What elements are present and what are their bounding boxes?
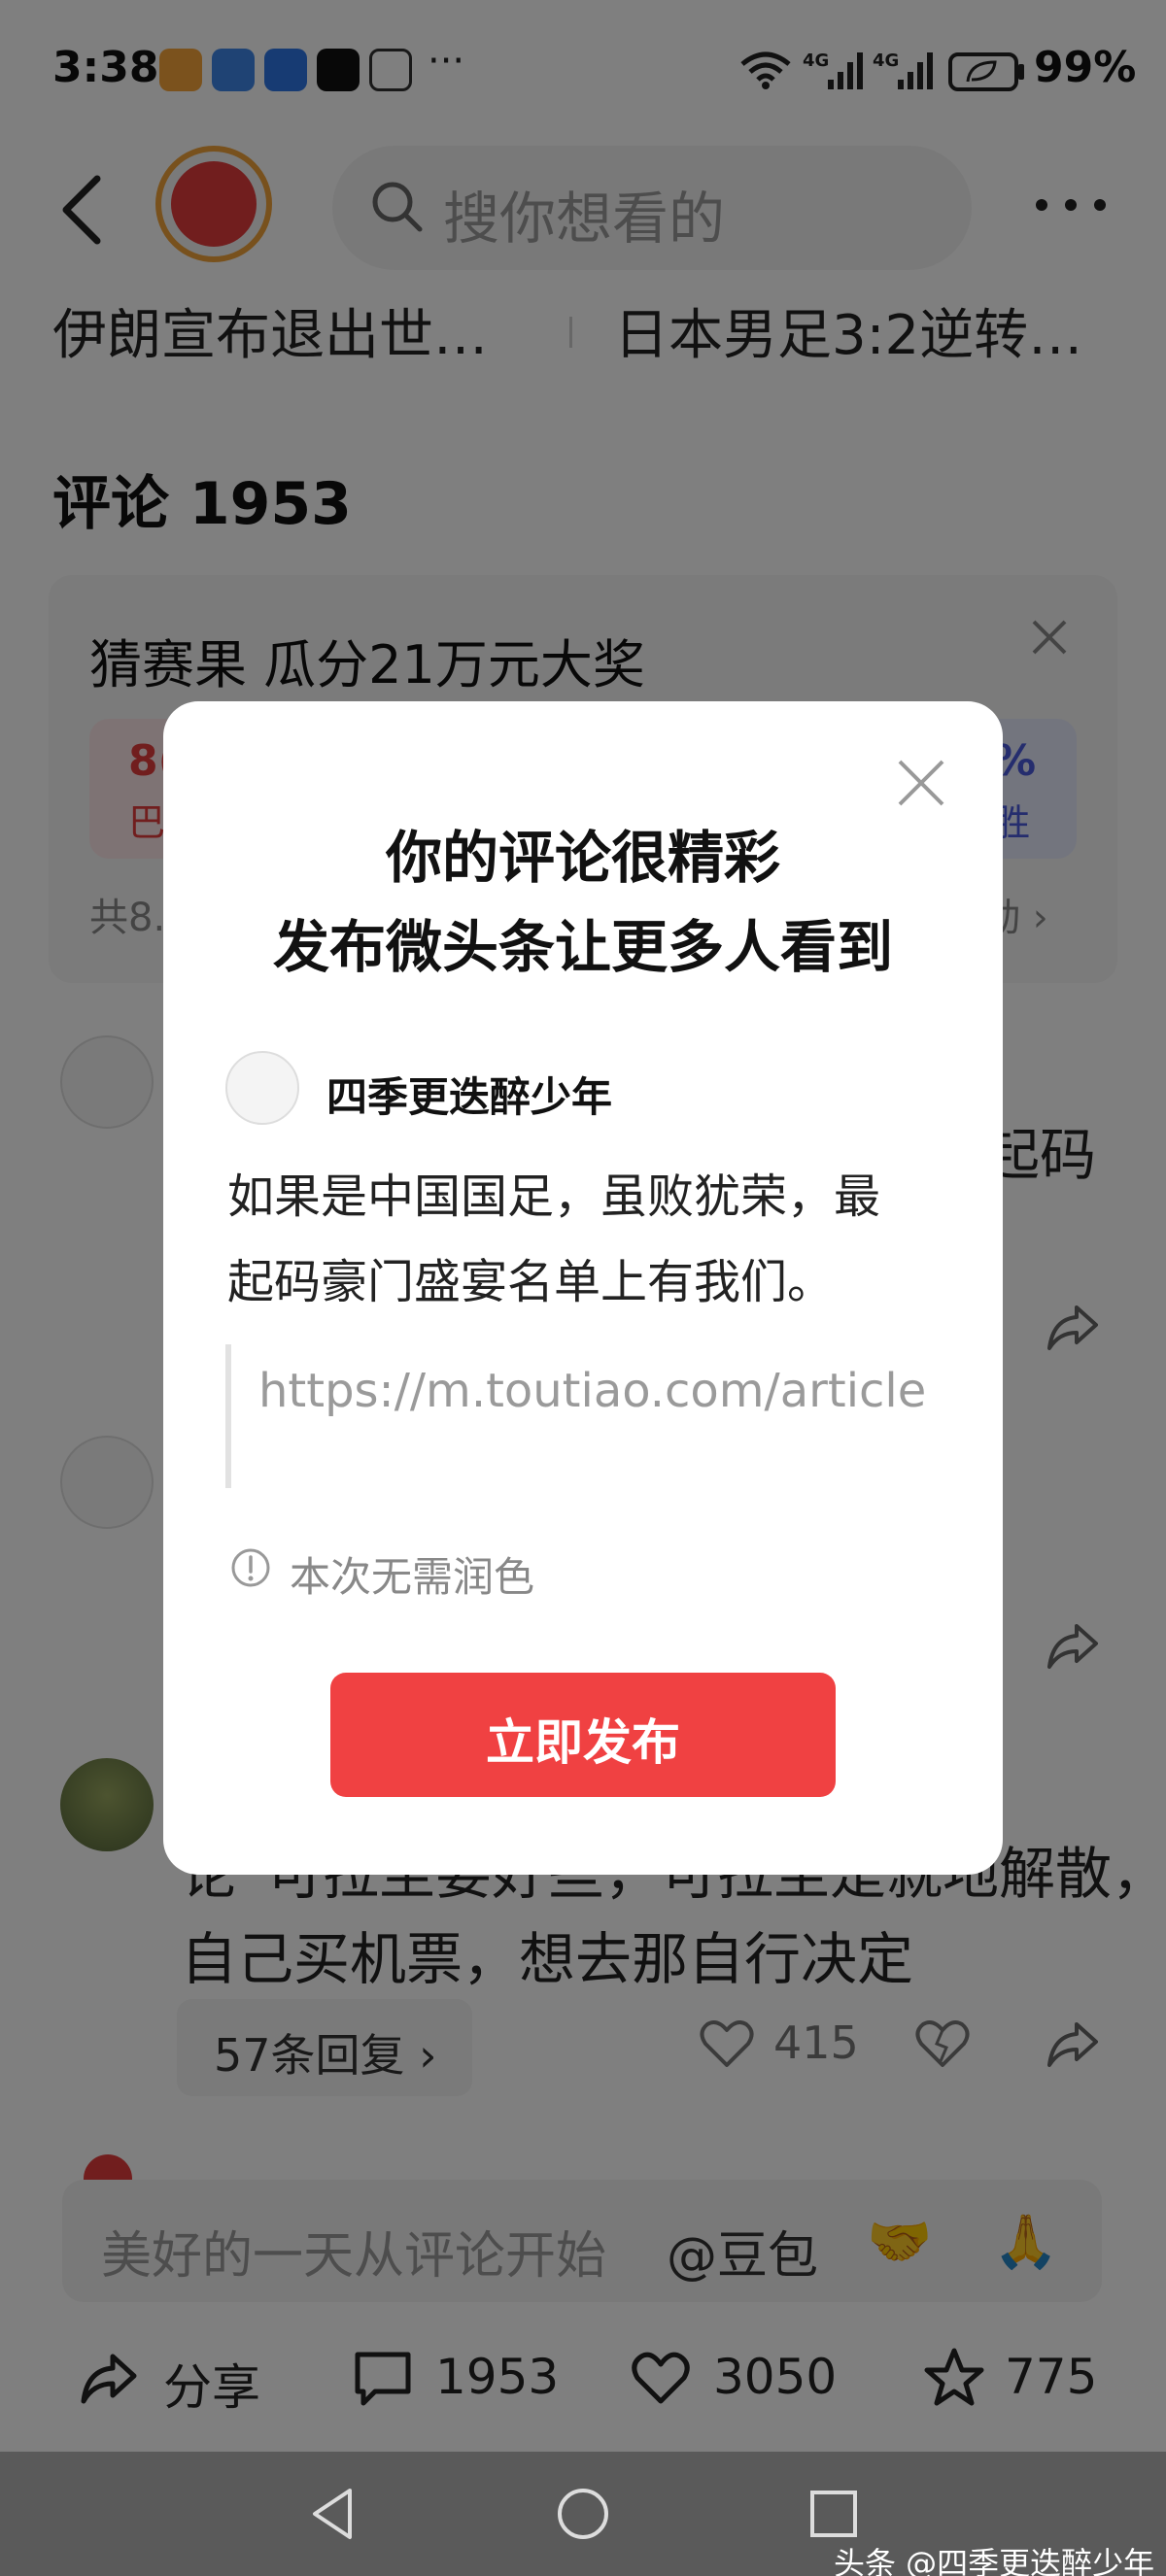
article-link: https://m.toutiao.com/article xyxy=(258,1364,927,1418)
no-polish-hint: 本次无需润色 xyxy=(290,1553,535,1601)
article-comments-page: 3:38 ··· 4G 4G 99% 搜你想看的 伊朗宣布退出世… xyxy=(0,0,1166,2576)
dialog-comment-line: 如果是中国国足，虽败犹荣，最 xyxy=(227,1169,881,1224)
nav-recents-icon[interactable] xyxy=(803,2483,865,2545)
watermark: 头条 @四季更迭醉少年 xyxy=(834,2545,1155,2576)
nav-back-icon[interactable] xyxy=(303,2483,365,2545)
publish-now-label: 立即发布 xyxy=(486,1714,680,1771)
user-avatar xyxy=(225,1051,299,1125)
close-icon[interactable] xyxy=(894,756,948,810)
dialog-username: 四季更迭醉少年 xyxy=(326,1073,613,1121)
quote-bar xyxy=(225,1344,231,1488)
dialog-title-line-1: 你的评论很精彩 xyxy=(385,825,780,891)
dialog-title-line-2: 发布微头条让更多人看到 xyxy=(272,914,893,980)
info-icon xyxy=(231,1548,270,1587)
dialog-comment-line: 起码豪门盛宴名单上有我们。 xyxy=(227,1255,835,1309)
nav-home-icon[interactable] xyxy=(552,2483,614,2545)
